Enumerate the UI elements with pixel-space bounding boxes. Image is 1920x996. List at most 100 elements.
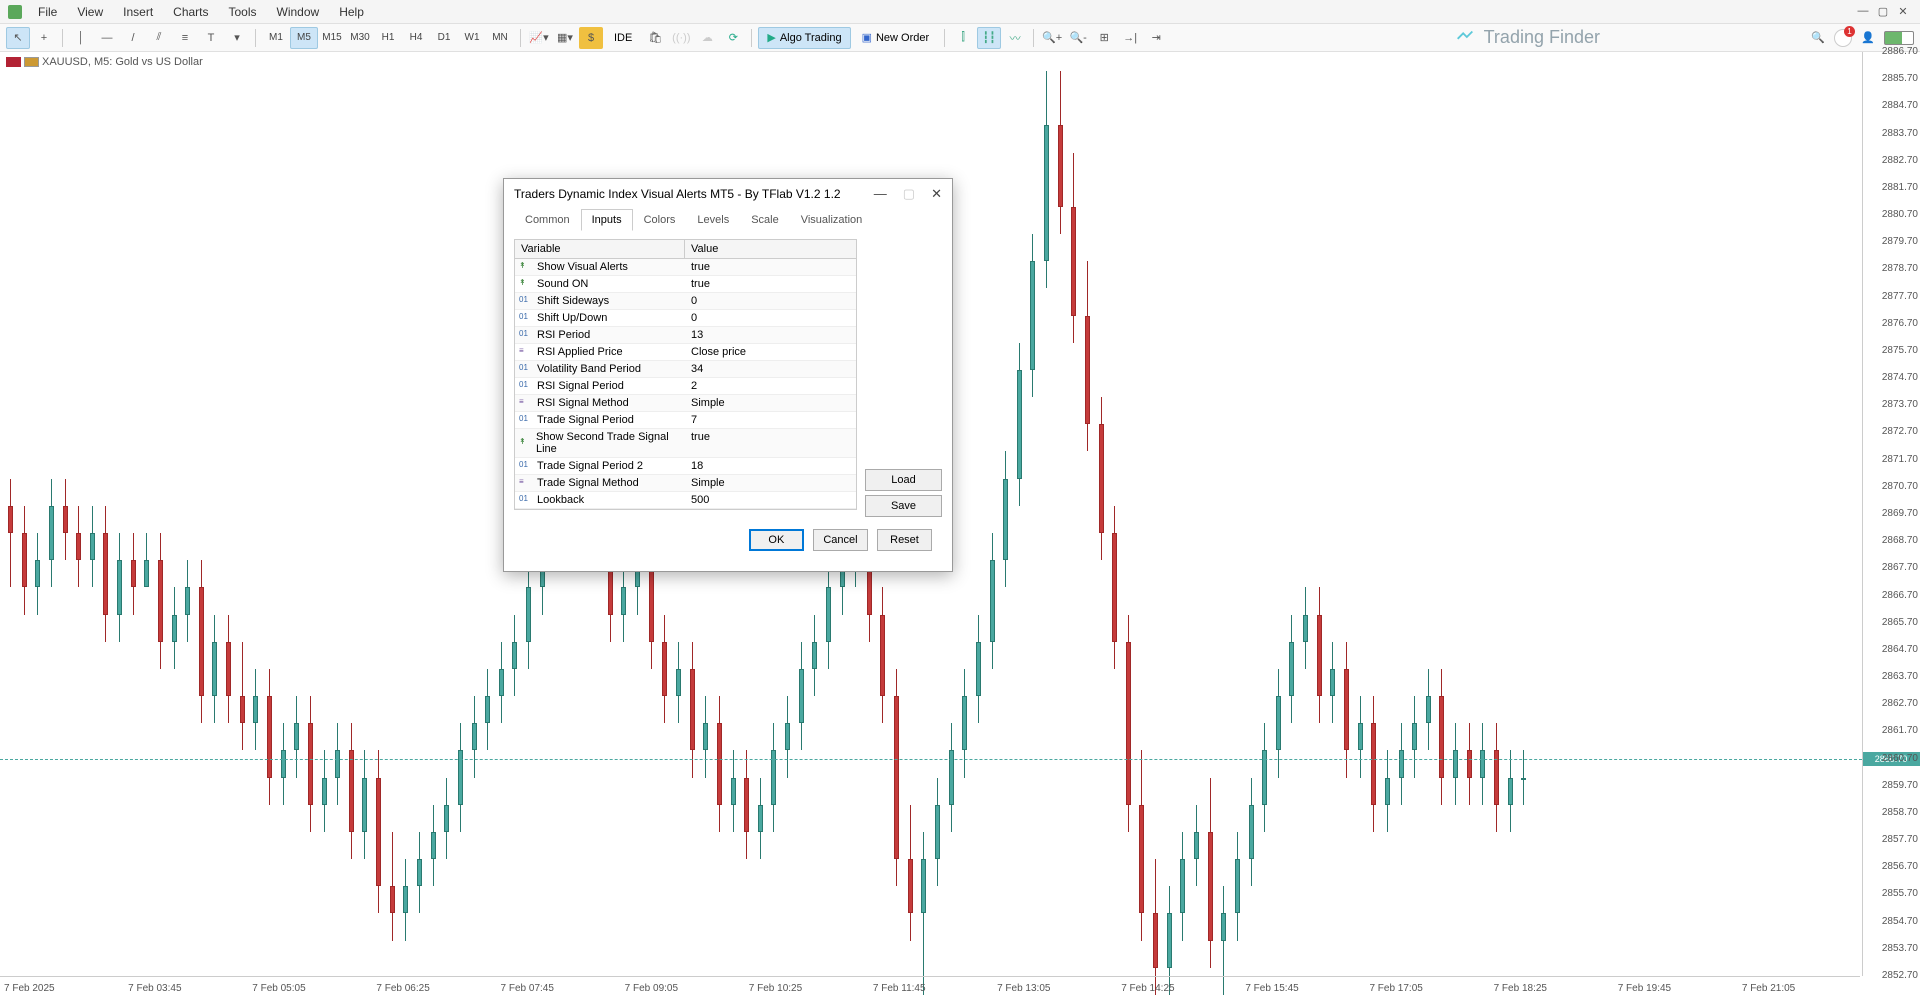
timeframe-m5[interactable]: M5 [290, 27, 318, 49]
parameters-table[interactable]: Variable Value ↟Show Visual Alertstrue↟S… [514, 239, 857, 510]
save-button[interactable]: Save [865, 495, 942, 517]
load-button[interactable]: Load [865, 469, 942, 491]
line-chart-icon[interactable]: 〰 [1003, 27, 1027, 49]
vline-tool-icon[interactable]: │ [69, 27, 93, 49]
price-tick: 2853.70 [1882, 943, 1918, 954]
tab-colors[interactable]: Colors [633, 209, 687, 231]
timeframe-h4[interactable]: H4 [402, 27, 430, 49]
param-row[interactable]: ↟Show Second Trade Signal Linetrue [515, 429, 856, 458]
new-order-button[interactable]: ▣New Order [853, 27, 939, 49]
price-tick: 2881.70 [1882, 182, 1918, 193]
param-value[interactable]: 0 [685, 293, 856, 309]
param-value[interactable]: 500 [685, 492, 856, 508]
maximize-button[interactable]: ▢ [1874, 5, 1892, 19]
text-tool-icon[interactable]: T [199, 27, 223, 49]
timeframe-mn[interactable]: MN [486, 27, 514, 49]
fibo-tool-icon[interactable]: ≡ [173, 27, 197, 49]
timeframe-m1[interactable]: M1 [262, 27, 290, 49]
trendline-tool-icon[interactable]: / [121, 27, 145, 49]
zoom-in-icon[interactable]: 🔍+ [1040, 27, 1064, 49]
crosshair-tool-icon[interactable]: + [32, 27, 56, 49]
ide-button[interactable]: IDE [605, 27, 641, 49]
tab-inputs[interactable]: Inputs [581, 209, 633, 231]
minimize-button[interactable]: — [1854, 5, 1872, 19]
timeframe-m30[interactable]: M30 [346, 27, 374, 49]
param-value[interactable]: 0 [685, 310, 856, 326]
account-icon[interactable]: 👤 [1856, 27, 1880, 49]
column-variable-header[interactable]: Variable [515, 240, 685, 258]
hline-tool-icon[interactable]: — [95, 27, 119, 49]
param-row[interactable]: ≡RSI Signal MethodSimple [515, 395, 856, 412]
param-row[interactable]: ↟Sound ONtrue [515, 276, 856, 293]
menu-window[interactable]: Window [267, 2, 330, 22]
dialog-maximize-icon[interactable]: ▢ [903, 186, 915, 202]
param-row[interactable]: 01Shift Up/Down0 [515, 310, 856, 327]
param-value[interactable]: 7 [685, 412, 856, 428]
param-row[interactable]: 01RSI Signal Period2 [515, 378, 856, 395]
param-value[interactable]: Simple [685, 475, 856, 491]
menu-insert[interactable]: Insert [113, 2, 163, 22]
refresh-icon[interactable]: ⟳ [721, 27, 745, 49]
tab-levels[interactable]: Levels [686, 209, 740, 231]
chart-type-dropdown[interactable]: 📈▾ [527, 27, 551, 49]
cancel-button[interactable]: Cancel [813, 529, 868, 551]
dialog-minimize-icon[interactable]: — [874, 186, 887, 202]
notifications-icon[interactable] [1834, 29, 1852, 47]
price-tick: 2875.70 [1882, 345, 1918, 356]
signal-icon[interactable]: ((·)) [669, 27, 693, 49]
param-value[interactable]: Close price [685, 344, 856, 360]
param-value[interactable]: true [685, 429, 856, 457]
param-value[interactable]: 34 [685, 361, 856, 377]
tab-scale[interactable]: Scale [740, 209, 790, 231]
scroll-icon[interactable]: ⇥ [1144, 27, 1168, 49]
param-row[interactable]: 01Volatility Band Period34 [515, 361, 856, 378]
shift-icon[interactable]: →| [1118, 27, 1142, 49]
dollar-icon[interactable]: $ [579, 27, 603, 49]
timeframe-w1[interactable]: W1 [458, 27, 486, 49]
zoom-out-icon[interactable]: 🔍- [1066, 27, 1090, 49]
param-value[interactable]: Simple [685, 395, 856, 411]
timeframe-h1[interactable]: H1 [374, 27, 402, 49]
algo-trading-button[interactable]: ▶Algo Trading [758, 27, 850, 49]
param-row[interactable]: 01RSI Period13 [515, 327, 856, 344]
ok-button[interactable]: OK [749, 529, 804, 551]
tile-icon[interactable]: ⊞ [1092, 27, 1116, 49]
menu-file[interactable]: File [28, 2, 67, 22]
bars-icon[interactable]: ⫿ [951, 27, 975, 49]
param-value[interactable]: 18 [685, 458, 856, 474]
time-axis: 7 Feb 20257 Feb 03:457 Feb 05:057 Feb 06… [0, 976, 1860, 996]
tab-common[interactable]: Common [514, 209, 581, 231]
template-dropdown[interactable]: ▦▾ [553, 27, 577, 49]
timeframe-d1[interactable]: D1 [430, 27, 458, 49]
dialog-titlebar[interactable]: Traders Dynamic Index Visual Alerts MT5 … [504, 179, 952, 209]
menu-charts[interactable]: Charts [163, 2, 218, 22]
param-row[interactable]: 01Trade Signal Period7 [515, 412, 856, 429]
reset-button[interactable]: Reset [877, 529, 932, 551]
candles-icon[interactable]: ┇┇ [977, 27, 1001, 49]
column-value-header[interactable]: Value [685, 240, 856, 258]
equidistant-tool-icon[interactable]: ⫽ [147, 27, 171, 49]
chart-area[interactable]: XAUUSD, M5: Gold vs US Dollar 2860.70 28… [0, 52, 1920, 996]
cursor-tool-icon[interactable]: ↖ [6, 27, 30, 49]
dialog-close-icon[interactable]: ✕ [931, 186, 942, 202]
menu-view[interactable]: View [67, 2, 113, 22]
market-icon[interactable]: 🛍 [643, 27, 667, 49]
param-row[interactable]: 01Shift Sideways0 [515, 293, 856, 310]
close-button[interactable]: ✕ [1894, 5, 1912, 19]
param-row[interactable]: ≡Trade Signal MethodSimple [515, 475, 856, 492]
param-value[interactable]: 13 [685, 327, 856, 343]
param-value[interactable]: true [685, 259, 856, 275]
param-row[interactable]: 01Lookback500 [515, 492, 856, 509]
param-row[interactable]: ≡RSI Applied PriceClose price [515, 344, 856, 361]
param-row[interactable]: ↟Show Visual Alertstrue [515, 259, 856, 276]
menu-tools[interactable]: Tools [219, 2, 267, 22]
timeframe-m15[interactable]: M15 [318, 27, 346, 49]
menu-help[interactable]: Help [329, 2, 374, 22]
param-value[interactable]: true [685, 276, 856, 292]
param-value[interactable]: 2 [685, 378, 856, 394]
vps-icon[interactable]: ☁ [695, 27, 719, 49]
param-row[interactable]: 01Trade Signal Period 218 [515, 458, 856, 475]
search-icon[interactable]: 🔍 [1806, 27, 1830, 49]
tab-visualization[interactable]: Visualization [790, 209, 874, 231]
objects-dropdown-icon[interactable]: ▾ [225, 27, 249, 49]
